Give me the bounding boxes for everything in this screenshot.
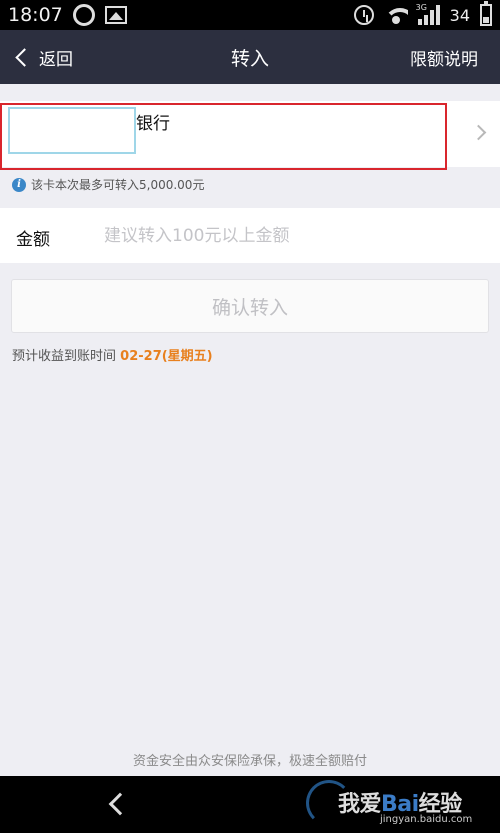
limit-info-text: 该卡本次最多可转入5,000.00元 [31, 178, 205, 192]
app-header: 返回 转入 限额说明 [0, 30, 500, 84]
sync-icon [72, 4, 95, 26]
eta-date: 02-27(星期五) [120, 349, 213, 364]
nav-back-icon[interactable] [108, 792, 132, 816]
confirm-transfer-button[interactable]: 确认转入 [11, 279, 489, 333]
status-time: 18:07 [8, 4, 63, 26]
wifi-icon [383, 6, 408, 24]
watermark-url: jingyan.baidu.com [380, 814, 473, 825]
status-left-icons [72, 4, 127, 26]
earnings-eta: 预计收益到账时间 02-27(星期五) [12, 345, 213, 364]
alarm-icon [353, 5, 374, 25]
redacted-bank-logo [8, 107, 136, 154]
chevron-left-icon [15, 47, 34, 67]
info-icon: i [12, 177, 26, 192]
signal-icon: 3G [415, 3, 440, 25]
signal-type-label: 3G [415, 3, 427, 12]
eta-label: 预计收益到账时间 [12, 349, 117, 364]
status-right-icons: 3G 34 [353, 1, 492, 26]
amount-label: 金额 [16, 230, 50, 250]
amount-input[interactable] [104, 218, 484, 254]
navigation-bar: 我爱Bai经验 jingyan.baidu.com [0, 776, 500, 833]
amount-row: 金额 [0, 208, 500, 263]
image-icon [104, 6, 127, 24]
status-bar: 18:07 3G 34 [0, 0, 500, 30]
bank-name: 银行 [136, 114, 170, 134]
back-button[interactable]: 返回 [0, 30, 73, 84]
limit-explanation-link[interactable]: 限额说明 [410, 45, 500, 70]
limit-info: i 该卡本次最多可转入5,000.00元 [12, 176, 204, 193]
watermark: 我爱Bai经验 jingyan.baidu.com [300, 776, 500, 833]
battery-level: 34 [449, 5, 470, 25]
battery-icon [480, 1, 492, 26]
safety-note: 资金安全由众安保险承保，极速全额赔付 [132, 754, 367, 769]
back-label: 返回 [39, 49, 73, 70]
